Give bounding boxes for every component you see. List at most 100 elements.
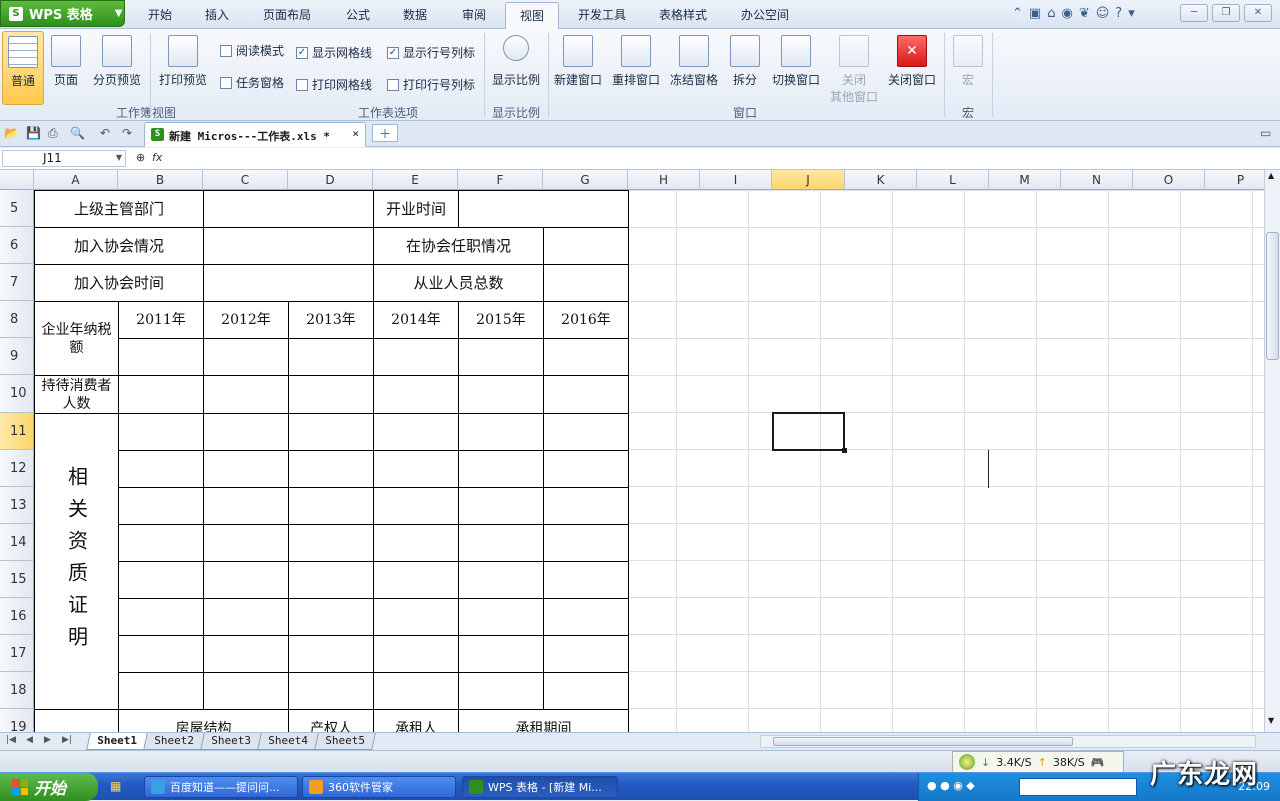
select-all-corner[interactable] bbox=[0, 170, 34, 190]
wps-app-button[interactable]: S WPS 表格 ▼ bbox=[0, 0, 125, 27]
cell-d10[interactable] bbox=[288, 375, 374, 414]
arrange-windows-button[interactable]: 重排窗口 bbox=[610, 35, 662, 88]
horizontal-scrollbar[interactable] bbox=[760, 735, 1256, 748]
row-header-8[interactable]: 8 bbox=[0, 301, 34, 338]
cell-f14[interactable] bbox=[458, 524, 544, 562]
insert-function-icon[interactable]: fx bbox=[152, 151, 162, 164]
taskbar-item-baidu[interactable]: 百度知道——提问问... bbox=[144, 776, 298, 798]
options-chevron-icon[interactable]: ▾ bbox=[1128, 6, 1135, 21]
cell-g15[interactable] bbox=[543, 561, 629, 599]
row-header-12[interactable]: 12 bbox=[0, 450, 34, 487]
menu-home[interactable]: 开始 bbox=[148, 6, 172, 23]
cell-g8[interactable]: 2016年 bbox=[543, 301, 629, 339]
cell-c14[interactable] bbox=[203, 524, 289, 562]
save-icon[interactable]: 💾 bbox=[26, 126, 42, 141]
checkbox-box[interactable] bbox=[387, 78, 399, 91]
open-folder-icon[interactable]: 📂 bbox=[4, 126, 20, 141]
menu-developer[interactable]: 开发工具 bbox=[578, 6, 626, 23]
column-header-o[interactable]: O bbox=[1133, 170, 1205, 190]
tab-list-icon[interactable]: ▭ bbox=[1260, 126, 1276, 141]
macro-button[interactable]: 宏 bbox=[950, 35, 986, 88]
cell-g10[interactable] bbox=[543, 375, 629, 414]
cell-g16[interactable] bbox=[543, 598, 629, 636]
start-button[interactable]: 开始 bbox=[0, 773, 98, 801]
close-window-ribbon-button[interactable]: ✕ 关闭窗口 bbox=[886, 35, 938, 88]
cell-f12[interactable] bbox=[458, 450, 544, 488]
cell-c8[interactable]: 2012年 bbox=[203, 301, 289, 339]
column-header-n[interactable]: N bbox=[1061, 170, 1133, 190]
row-header-17[interactable]: 17 bbox=[0, 635, 34, 672]
cell-g18[interactable] bbox=[543, 672, 629, 710]
switch-window-button[interactable]: 切换窗口 bbox=[770, 35, 822, 88]
sheet-tab-sheet2[interactable]: Sheet2 bbox=[143, 733, 205, 750]
checkbox-show-gridlines[interactable]: ✓ 显示网格线 bbox=[296, 44, 372, 61]
cell-b14[interactable] bbox=[118, 524, 204, 562]
column-header-p[interactable]: P bbox=[1205, 170, 1264, 190]
cell-c16[interactable] bbox=[203, 598, 289, 636]
active-cell-j11[interactable] bbox=[772, 412, 847, 453]
cell-a10[interactable]: 持待消费者人数 bbox=[34, 375, 119, 414]
freeze-panes-button[interactable]: 冻结窗格 bbox=[668, 35, 720, 88]
cell-a11[interactable]: 相关资质证明 bbox=[34, 413, 119, 710]
cell-f17[interactable] bbox=[458, 635, 544, 673]
window-icon[interactable]: ▣ bbox=[1029, 6, 1041, 21]
cell-b17[interactable] bbox=[118, 635, 204, 673]
row-header-18[interactable]: 18 bbox=[0, 672, 34, 709]
tray-search-box[interactable] bbox=[1019, 778, 1137, 796]
cell-f15[interactable] bbox=[458, 561, 544, 599]
cell-e18[interactable] bbox=[373, 672, 459, 710]
checkbox-box[interactable] bbox=[296, 78, 308, 91]
cell-c15[interactable] bbox=[203, 561, 289, 599]
last-sheet-icon[interactable]: ▶| bbox=[62, 735, 72, 745]
restore-button[interactable]: ❐ bbox=[1212, 4, 1240, 22]
cell-e16[interactable] bbox=[373, 598, 459, 636]
cell-g17[interactable] bbox=[543, 635, 629, 673]
menu-insert[interactable]: 插入 bbox=[205, 6, 229, 23]
cell-f16[interactable] bbox=[458, 598, 544, 636]
cell-b10[interactable] bbox=[118, 375, 204, 414]
cell-c17[interactable] bbox=[203, 635, 289, 673]
zoom-formula-icon[interactable]: ⊕ bbox=[136, 151, 145, 164]
cell-d15[interactable] bbox=[288, 561, 374, 599]
cell-f18[interactable] bbox=[458, 672, 544, 710]
row-header-19[interactable]: 19 bbox=[0, 709, 34, 732]
cell-f13[interactable] bbox=[458, 487, 544, 525]
cell-g13[interactable] bbox=[543, 487, 629, 525]
check-icon[interactable]: ✓ bbox=[387, 46, 399, 59]
cell-c9[interactable] bbox=[203, 338, 289, 376]
cell-a7[interactable]: 加入协会时间 bbox=[34, 264, 204, 302]
cell-e6[interactable]: 在协会任职情况 bbox=[373, 227, 544, 265]
cell-d11[interactable] bbox=[288, 413, 374, 451]
cell-a8[interactable]: 企业年纳税额 bbox=[34, 301, 119, 376]
undo-icon[interactable]: ↶ bbox=[100, 126, 116, 141]
vertical-scrollbar[interactable]: ▲ ▼ bbox=[1264, 170, 1280, 732]
row-header-11[interactable]: 11 bbox=[0, 413, 34, 450]
close-other-windows-button[interactable]: 关闭 其他窗口 bbox=[828, 35, 880, 105]
cell-b8[interactable]: 2011年 bbox=[118, 301, 204, 339]
cell-b19[interactable]: 房屋结构 bbox=[118, 709, 289, 732]
cell-e10[interactable] bbox=[373, 375, 459, 414]
cell-b12[interactable] bbox=[118, 450, 204, 488]
row-header-7[interactable]: 7 bbox=[0, 264, 34, 301]
taskbar-item-360[interactable]: 360软件管家 bbox=[302, 776, 456, 798]
chevron-down-icon[interactable]: ▼ bbox=[116, 153, 122, 162]
menu-formulas[interactable]: 公式 bbox=[346, 6, 370, 23]
column-header-g[interactable]: G bbox=[543, 170, 628, 190]
column-header-m[interactable]: M bbox=[989, 170, 1061, 190]
checkbox-task-pane[interactable]: 任务窗格 bbox=[220, 74, 284, 91]
cell-e15[interactable] bbox=[373, 561, 459, 599]
column-header-k[interactable]: K bbox=[845, 170, 917, 190]
checkbox-box[interactable] bbox=[220, 76, 232, 89]
cell-f11[interactable] bbox=[458, 413, 544, 451]
cell-d8[interactable]: 2013年 bbox=[288, 301, 374, 339]
cell-g7[interactable] bbox=[543, 264, 629, 302]
tray-icons[interactable]: ● ● ◉ ◆ bbox=[927, 779, 975, 792]
cell-e7[interactable]: 从业人员总数 bbox=[373, 264, 544, 302]
column-header-b[interactable]: B bbox=[118, 170, 203, 190]
sheet-tab-sheet1[interactable]: Sheet1 bbox=[86, 733, 148, 750]
cell-c11[interactable] bbox=[203, 413, 289, 451]
cell-e12[interactable] bbox=[373, 450, 459, 488]
cell-d16[interactable] bbox=[288, 598, 374, 636]
home-icon[interactable]: ⌂ bbox=[1047, 6, 1055, 21]
cell-b16[interactable] bbox=[118, 598, 204, 636]
